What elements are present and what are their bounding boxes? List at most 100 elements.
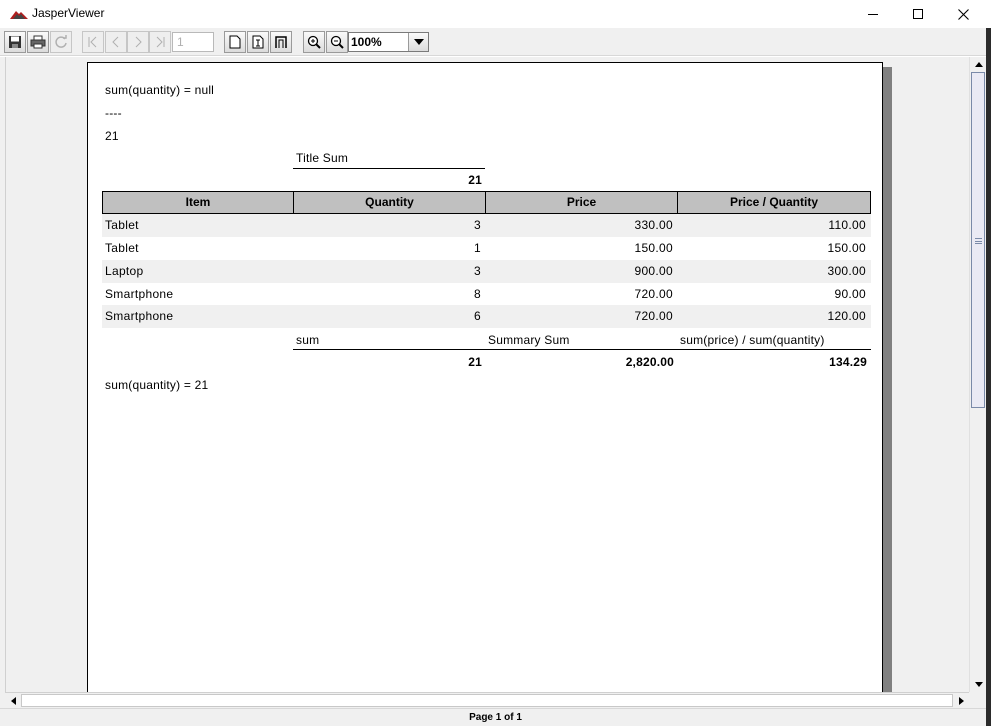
header-item: Item	[103, 192, 294, 213]
table-row: Tablet 3 330.00 110.00	[102, 214, 871, 237]
cell-price: 330.00	[634, 218, 673, 232]
arrow-down-icon	[974, 682, 983, 687]
print-icon	[30, 35, 46, 49]
previous-page-icon	[112, 36, 119, 48]
first-page-icon	[88, 36, 97, 48]
previous-page-button[interactable]	[105, 31, 127, 53]
close-button[interactable]	[940, 0, 986, 28]
save-button[interactable]	[4, 31, 26, 53]
footer-underline	[293, 349, 871, 350]
cell-quantity: 3	[474, 218, 481, 232]
cell-price-per-quantity: 300.00	[827, 264, 866, 278]
minimize-icon	[868, 14, 878, 15]
cell-price: 900.00	[634, 264, 673, 278]
scroll-down-button[interactable]	[970, 677, 987, 692]
scroll-left-button[interactable]	[5, 693, 21, 708]
cell-item: Smartphone	[105, 309, 174, 323]
fit-page-button[interactable]	[247, 31, 269, 53]
cell-quantity: 6	[474, 309, 481, 323]
jasper-logo-icon	[10, 11, 28, 19]
reload-icon	[55, 35, 67, 48]
cell-item: Smartphone	[105, 287, 174, 301]
scroll-up-button[interactable]	[970, 57, 987, 72]
window-title: JasperViewer	[32, 6, 105, 20]
table-row: Laptop 3 900.00 300.00	[102, 260, 871, 283]
vertical-scrollbar[interactable]	[969, 57, 986, 692]
title-sum-underline	[293, 168, 485, 169]
minimize-button[interactable]	[850, 0, 896, 28]
report-value: 21	[105, 129, 119, 143]
scroll-corner	[969, 692, 986, 708]
footer-label-summary-sum: Summary Sum	[488, 333, 570, 347]
status-bar: Page 1 of 1	[0, 708, 991, 726]
cell-price-per-quantity: 120.00	[827, 309, 866, 323]
page-status: Page 1 of 1	[469, 712, 522, 723]
footer-label-sum: sum	[296, 333, 320, 347]
table-row: Smartphone 6 720.00 120.00	[102, 305, 871, 328]
last-page-icon	[156, 36, 165, 48]
cell-item: Tablet	[105, 241, 139, 255]
title-bar: JasperViewer	[0, 0, 991, 28]
zoom-out-button[interactable]	[326, 31, 348, 53]
footer-price-total: 2,820.00	[625, 355, 674, 369]
header-price-per-quantity: Price / Quantity	[729, 195, 819, 209]
cell-item: Laptop	[105, 264, 144, 278]
report-separator: ----	[105, 106, 122, 120]
zoom-dropdown-button[interactable]	[408, 33, 428, 51]
report-line-null: sum(quantity) = null	[105, 83, 215, 97]
last-page-button[interactable]	[149, 31, 171, 53]
cell-price-per-quantity: 90.00	[834, 287, 866, 301]
maximize-button[interactable]	[895, 0, 941, 28]
vertical-scroll-thumb[interactable]	[971, 72, 985, 408]
chevron-down-icon	[413, 39, 424, 45]
cell-price: 150.00	[634, 241, 673, 255]
zoom-out-icon	[330, 35, 344, 49]
cell-quantity: 3	[474, 264, 481, 278]
table-header: Item Quantity Price Price / Quantity	[102, 191, 871, 214]
footer-ratio-value: 134.29	[829, 355, 867, 369]
report-viewport[interactable]: sum(quantity) = null ---- 21 Title Sum 2…	[5, 57, 969, 692]
header-quantity: Quantity	[294, 192, 486, 213]
cell-quantity: 1	[474, 241, 481, 255]
next-page-icon	[135, 36, 142, 48]
toolbar: 1 100%	[0, 28, 991, 56]
footer-label-ratio: sum(price) / sum(quantity)	[680, 333, 825, 347]
window-edge-right	[986, 28, 991, 726]
cell-price: 720.00	[634, 309, 673, 323]
save-icon	[9, 36, 21, 48]
report-page: sum(quantity) = null ---- 21 Title Sum 2…	[87, 62, 883, 692]
fit-width-icon	[275, 36, 287, 48]
page-number-input[interactable]: 1	[172, 32, 214, 52]
zoom-in-icon	[307, 35, 321, 49]
close-icon	[957, 8, 969, 20]
actual-size-button[interactable]	[224, 31, 246, 53]
cell-price: 720.00	[634, 287, 673, 301]
cell-price-per-quantity: 150.00	[827, 241, 866, 255]
footer-quantity-total: 21	[468, 355, 482, 369]
scroll-right-button[interactable]	[953, 693, 969, 708]
horizontal-scrollbar[interactable]	[5, 692, 969, 708]
zoom-select[interactable]: 100%	[348, 32, 429, 52]
print-button[interactable]	[27, 31, 49, 53]
fit-width-button[interactable]	[270, 31, 292, 53]
actual-size-icon	[229, 35, 241, 49]
maximize-icon	[913, 9, 923, 19]
next-page-button[interactable]	[127, 31, 149, 53]
cell-quantity: 8	[474, 287, 481, 301]
title-sum-label: Title Sum	[296, 151, 349, 165]
title-sum-value: 21	[468, 173, 482, 187]
zoom-in-button[interactable]	[303, 31, 325, 53]
cell-price-per-quantity: 110.00	[828, 218, 866, 232]
grip-icon	[975, 238, 982, 244]
report-bottom-line: sum(quantity) = 21	[105, 378, 209, 392]
arrow-left-icon	[10, 696, 16, 705]
fit-page-icon	[252, 35, 264, 49]
arrow-right-icon	[958, 696, 964, 705]
table-row: Smartphone 8 720.00 90.00	[102, 283, 871, 306]
table-row: Tablet 1 150.00 150.00	[102, 237, 871, 260]
zoom-value: 100%	[351, 35, 382, 49]
horizontal-scroll-thumb[interactable]	[21, 694, 953, 707]
reload-button[interactable]	[50, 31, 72, 53]
header-price: Price	[486, 192, 678, 213]
first-page-button[interactable]	[82, 31, 104, 53]
